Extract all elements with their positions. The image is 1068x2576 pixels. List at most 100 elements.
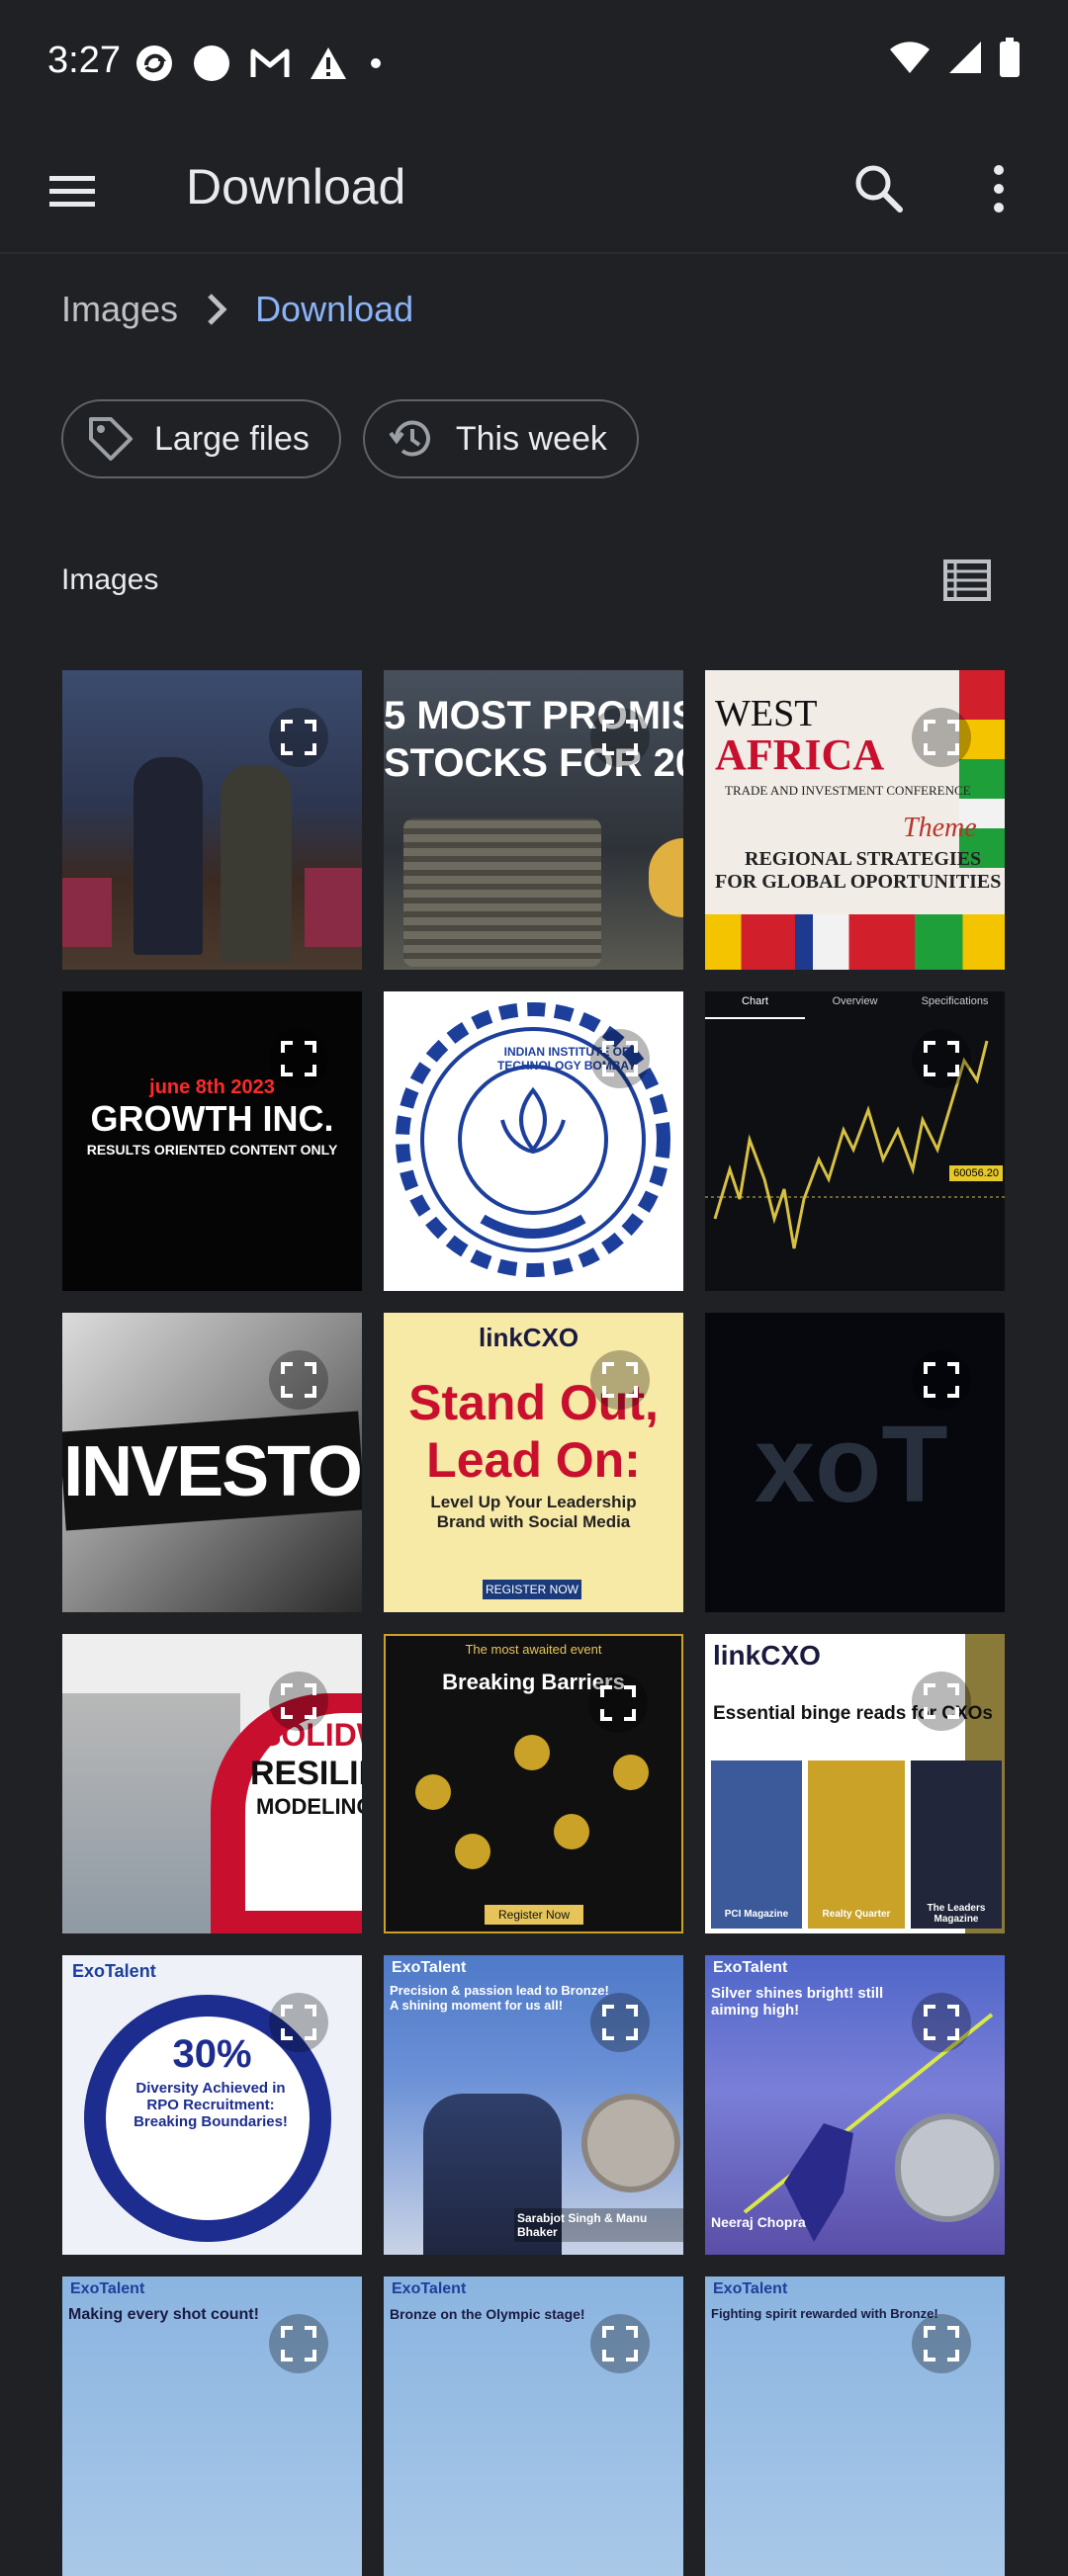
- expand-button[interactable]: [912, 708, 971, 767]
- photo-medal: [581, 2094, 680, 2192]
- image-thumbnail[interactable]: ExoTalent Precision & passion lead to Br…: [384, 1955, 683, 2255]
- thumbnail-text: xoT: [755, 1404, 948, 1525]
- breadcrumb-download[interactable]: Download: [255, 289, 413, 330]
- thumbnail-text: Diversity Achieved in RPO Recruitment: B…: [134, 2080, 288, 2130]
- expand-button[interactable]: [912, 1350, 971, 1410]
- image-thumbnail[interactable]: linkCXO Stand Out, Lead On: Level Up You…: [384, 1313, 683, 1612]
- thumbnail-text: Lead On:: [426, 1432, 641, 1488]
- expand-button[interactable]: [912, 1672, 971, 1731]
- thumbnail-text: The most awaited event: [465, 1642, 602, 1657]
- sync-icon: [136, 45, 172, 81]
- thumbnail-text: AFRICA: [715, 730, 885, 779]
- photo-cushion: [305, 868, 362, 947]
- history-icon: [389, 420, 430, 457]
- expand-button[interactable]: [912, 2314, 971, 2373]
- wifi-icon: [890, 42, 930, 73]
- search-icon: [855, 165, 903, 213]
- thumbnail-text: Bronze on the Olympic stage!: [390, 2306, 585, 2322]
- more-vert-icon: [994, 165, 1004, 213]
- dot-icon: [371, 58, 381, 68]
- expand-button[interactable]: [269, 1672, 328, 1731]
- speaker-photo: [514, 1735, 550, 1770]
- status-time: 3:27: [47, 40, 121, 81]
- expand-button[interactable]: [269, 1993, 328, 2052]
- expand-button[interactable]: [590, 1350, 650, 1410]
- image-thumbnail[interactable]: ExoTalent Silver shines bright! still ai…: [705, 1955, 1005, 2255]
- expand-button[interactable]: [269, 1350, 328, 1410]
- expand-button[interactable]: [269, 2314, 328, 2373]
- menu-button[interactable]: [40, 158, 105, 223]
- system-status-icons: [888, 38, 1021, 77]
- signal-icon: [949, 42, 981, 73]
- image-thumbnail[interactable]: The most awaited event Breaking Barriers…: [384, 1634, 683, 1933]
- expand-button[interactable]: [269, 1029, 328, 1088]
- magazine-caption: PCI Magazine: [724, 1909, 789, 1920]
- search-button[interactable]: [846, 156, 912, 221]
- thumbnail-text: INVESTO: [63, 1432, 362, 1511]
- hamburger-menu-icon: [49, 176, 95, 207]
- image-thumbnail[interactable]: june 8th 2023 GROWTH INC. RESULTS ORIENT…: [62, 991, 362, 1291]
- speaker-circles: [415, 1735, 653, 1883]
- more-options-button[interactable]: [974, 156, 1024, 221]
- expand-button[interactable]: [912, 1029, 971, 1088]
- photo-medal: [895, 2113, 1000, 2222]
- thumbnail-text: Making every shot count!: [68, 2306, 259, 2323]
- image-thumbnail[interactable]: INDIAN INSTITUTE OF TECHNOLOGY BOMBAY: [384, 991, 683, 1291]
- speaker-photo: [554, 1814, 589, 1849]
- expand-button[interactable]: [590, 2314, 650, 2373]
- thumbnail-brand: ExoTalent: [392, 2280, 467, 2297]
- expand-button[interactable]: [590, 1029, 650, 1088]
- image-thumbnail[interactable]: [62, 670, 362, 970]
- image-thumbnail[interactable]: linkCXO Essential binge reads for CXOs P…: [705, 1634, 1005, 1933]
- image-thumbnail[interactable]: xoT: [705, 1313, 1005, 1612]
- breadcrumb-images[interactable]: Images: [61, 289, 178, 330]
- circle-notification-icon: [194, 45, 229, 81]
- gmail-icon: [250, 48, 290, 77]
- section-title: Images: [61, 563, 159, 596]
- notification-icons: [134, 43, 386, 83]
- chip-this-week[interactable]: This week: [362, 399, 639, 478]
- image-thumbnail[interactable]: ExoTalent Bronze on the Olympic stage!: [384, 2276, 683, 2576]
- chart-tab: Chart: [705, 995, 805, 1019]
- expand-button[interactable]: [590, 708, 650, 767]
- image-thumbnail[interactable]: Chart Overview Specifications 60056.20: [705, 991, 1005, 1291]
- list-view-icon: [943, 559, 991, 601]
- chart-tab: Specifications: [921, 995, 989, 1007]
- chip-label: Large files: [154, 419, 310, 458]
- expand-button[interactable]: [590, 1993, 650, 2052]
- fullscreen-icon: [281, 720, 316, 755]
- thumbnail-brand: ExoTalent: [70, 2280, 145, 2297]
- expand-button[interactable]: [269, 708, 328, 767]
- section-header: Images: [61, 556, 1007, 605]
- speaker-photo: [613, 1755, 649, 1790]
- fullscreen-icon: [602, 2005, 638, 2040]
- photo-coins: [403, 818, 601, 967]
- fullscreen-icon: [281, 1041, 316, 1076]
- thumbnail-text: TRADE AND INVESTMENT CONFERENCE: [725, 783, 971, 798]
- image-thumbnail[interactable]: 5 MOST PROMISIN STOCKS FOR 2024: [384, 670, 683, 970]
- expand-button[interactable]: [588, 1674, 648, 1733]
- label-tag-icon: [89, 417, 133, 461]
- image-thumbnail[interactable]: ExoTalent Making every shot count!: [62, 2276, 362, 2576]
- photo-circle: [649, 838, 683, 917]
- thumbnail-text: Theme: [903, 813, 977, 843]
- battery-icon: [1000, 38, 1020, 77]
- image-thumbnail[interactable]: INVESTO: [62, 1313, 362, 1612]
- fullscreen-icon: [602, 1362, 638, 1398]
- expand-button[interactable]: [912, 1993, 971, 2052]
- thumbnail-brand: ExoTalent: [392, 1959, 467, 1976]
- status-bar: 3:27: [0, 0, 1068, 129]
- image-thumbnail[interactable]: WEST AFRICA TRADE AND INVESTMENT CONFERE…: [705, 670, 1005, 970]
- fullscreen-icon: [924, 1041, 959, 1076]
- chip-large-files[interactable]: Large files: [61, 399, 341, 478]
- thumbnail-brand: linkCXO: [479, 1323, 579, 1352]
- fullscreen-icon: [602, 1041, 638, 1076]
- image-thumbnail[interactable]: ExoTalent Fighting spirit rewarded with …: [705, 2276, 1005, 2576]
- list-view-toggle[interactable]: [939, 556, 995, 605]
- image-thumbnail[interactable]: ExoTalent 30% Diversity Achieved in RPO …: [62, 1955, 362, 2255]
- fullscreen-icon: [924, 1683, 959, 1719]
- image-thumbnail[interactable]: SOLIDW RESILIEN MODELING TE: [62, 1634, 362, 1933]
- fullscreen-icon: [924, 2326, 959, 2361]
- magazine-cover: [711, 1760, 802, 1929]
- thumbnail-text: Precision & passion lead to Bronze! A sh…: [390, 1983, 609, 2013]
